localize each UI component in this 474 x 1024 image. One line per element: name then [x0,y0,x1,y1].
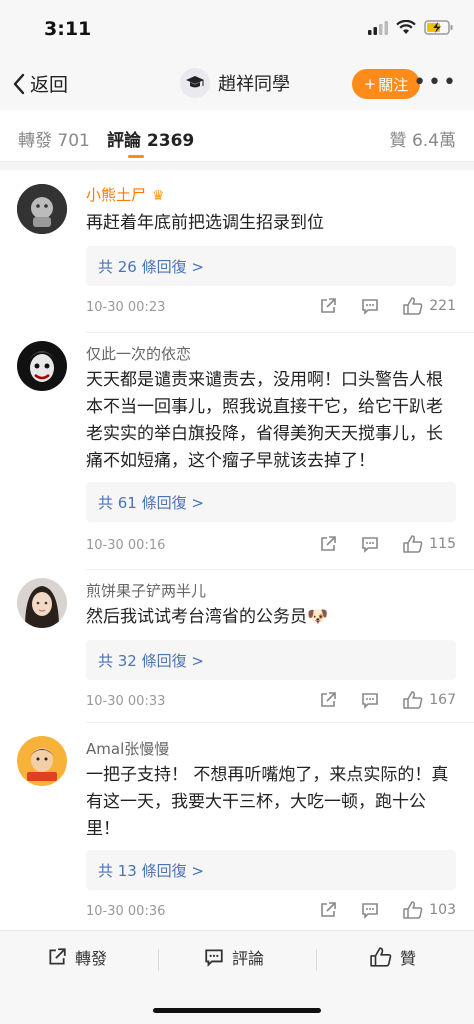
avatar[interactable] [17,341,67,391]
status-bar: 3:11 [0,0,474,58]
comment-username[interactable]: 小熊土尸 ♛ [86,184,165,205]
comment-button[interactable]: 評論 [204,945,264,969]
vip-crown-icon: ♛ [152,188,165,204]
repost-button[interactable]: 轉發 [47,945,107,969]
comment-date: 10-30 00:16 [86,538,166,553]
view-replies-button[interactable]: 共 32 條回復 > [86,640,456,680]
plus-icon: + [363,75,377,93]
share-icon[interactable] [319,901,337,919]
tab-comments[interactable]: 評論 2369 [107,126,194,151]
like-button[interactable]: 103 [403,901,456,919]
comment-actions: 221 [319,297,456,315]
more-icon[interactable]: ••• [413,70,458,95]
comment-username[interactable]: 仅此一次的依恋 [86,343,191,364]
tab-repost[interactable]: 轉發 701 [18,126,90,151]
comment-actions: 115 [319,535,456,553]
like-count: 115 [429,536,456,552]
tab-likes[interactable]: 贊 6.4萬 [390,126,456,151]
comment-username[interactable]: Amal张慢慢 [86,738,169,759]
comment-text: 一把子支持！ 不想再听嘴炮了，来点实际的！真有这一天，我要大干三杯，大吃一顿，跑… [86,765,449,839]
avatar[interactable] [17,184,67,234]
divider [158,949,159,971]
thumbs-up-icon [403,535,423,553]
comment-actions: 103 [319,901,456,919]
view-replies-button[interactable]: 共 26 條回復 > [86,246,456,286]
thumbs-up-icon [370,947,392,967]
reply-icon[interactable] [361,691,379,709]
comment-date: 10-30 00:23 [86,300,166,315]
comment-date: 10-30 00:36 [86,904,166,919]
like-button[interactable]: 115 [403,535,456,553]
status-time: 3:11 [44,18,92,40]
reply-icon[interactable] [361,901,379,919]
back-label: 返回 [30,74,69,96]
like-count: 167 [429,692,456,708]
comment-icon [205,949,223,967]
repost-label: 轉發 [75,949,108,968]
follow-button[interactable]: + 關注 [352,69,420,99]
wifi-icon [396,20,416,34]
share-icon [49,948,66,965]
share-icon[interactable] [319,691,337,709]
comment-label: 評論 [232,949,265,968]
thumbs-up-icon [403,691,423,709]
avatar[interactable] [17,578,67,628]
comment-username[interactable]: 煎饼果子铲两半儿 [86,580,206,601]
active-tab-indicator [128,155,144,158]
nav-title: 趙祥同學 [218,74,290,95]
comment-text: 再赶着年底前把选调生招录到位 [86,213,324,233]
view-replies-button[interactable]: 共 61 條回復 > [86,482,456,522]
follow-label: 關注 [378,75,409,94]
comment-date: 10-30 00:33 [86,694,166,709]
like-count: 103 [429,902,456,918]
tab-bar: 轉發 701 評論 2369 贊 6.4萬 [0,110,474,162]
like-label: 贊 [400,949,417,968]
graduation-cap-icon [180,68,210,98]
reply-icon[interactable] [361,535,379,553]
home-indicator [153,1008,321,1013]
comment-text: 然后我试试考台湾省的公务员🐶 [86,607,329,627]
divider [86,722,474,723]
chevron-left-icon [13,73,25,94]
avatar[interactable] [17,736,67,786]
divider [316,949,317,971]
comment-text: 天天都是谴责来谴责去，没用啊！口头警告人根本不当一回事儿，照我说直接干它，给它干… [86,370,443,471]
thumbs-up-icon [403,901,423,919]
signal-icon [368,20,388,35]
view-replies-button[interactable]: 共 13 條回復 > [86,850,456,890]
thumbs-up-icon [403,297,423,315]
nav-bar: 返回 趙祥同學 + 關注 ••• [0,58,474,110]
share-icon[interactable] [319,535,337,553]
like-button[interactable]: 贊 [370,945,416,969]
like-button[interactable]: 167 [403,691,456,709]
like-button[interactable]: 221 [403,297,456,315]
reply-icon[interactable] [361,297,379,315]
like-count: 221 [429,298,456,314]
comment-actions: 167 [319,691,456,709]
battery-charging-icon [424,20,453,35]
back-button[interactable]: 返回 [12,70,68,97]
divider [86,569,474,570]
section-separator [0,162,474,170]
nav-user[interactable]: 趙祥同學 [180,68,290,98]
divider [86,332,474,333]
status-icons [368,20,454,35]
share-icon[interactable] [319,297,337,315]
